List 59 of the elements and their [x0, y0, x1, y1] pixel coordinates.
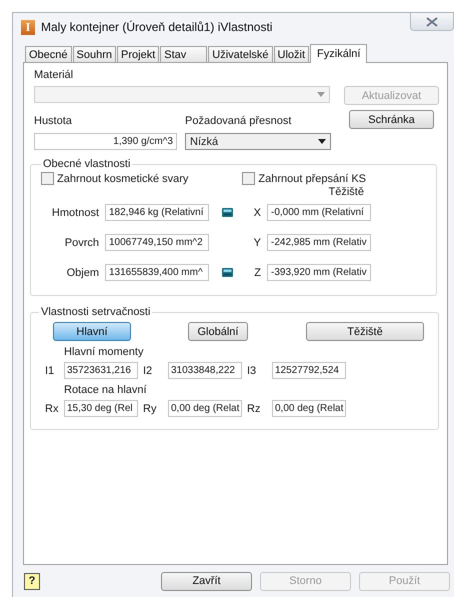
calculator-icon[interactable]: [222, 268, 232, 277]
field-label: Rz: [247, 402, 262, 414]
axis-label: Y: [252, 236, 261, 248]
tab[interactable]: Fyzikální: [310, 44, 368, 63]
value-field[interactable]: -242,985 mm (Relativ: [267, 234, 371, 251]
tab[interactable]: Uložit: [274, 46, 310, 62]
value-field[interactable]: 0,00 deg (Relat: [168, 400, 242, 417]
field-label: Ry: [143, 402, 158, 414]
field-label: Hmotnost: [50, 206, 99, 218]
column-heading: Těžiště: [328, 186, 364, 198]
value-field[interactable]: -0,000 mm (Relativní: [267, 204, 371, 221]
field-label: Hlavní momenty: [64, 346, 144, 358]
tab[interactable]: Projekt: [117, 46, 160, 62]
mode-button[interactable]: Globální: [188, 322, 248, 341]
value-field[interactable]: 182,946 kg (Relativní: [105, 204, 209, 221]
checkbox[interactable]: [41, 172, 54, 185]
field-label: Povrch: [64, 236, 99, 248]
field-label: Objem: [66, 266, 99, 278]
close-button[interactable]: [410, 13, 454, 31]
window-title: Maly kontejner (Úroveň detailů1) iVlastnosti: [41, 20, 274, 34]
tab[interactable]: Stav: [160, 46, 208, 62]
density-field[interactable]: 1,390 g/cm^3: [34, 133, 177, 150]
tab[interactable]: Souhrn: [72, 46, 116, 62]
group-title: Obecné vlastnosti: [42, 158, 132, 170]
clipboard-button[interactable]: Schránka: [349, 110, 434, 129]
group-title: Vlastnosti setrvačnosti: [40, 306, 152, 318]
value-field[interactable]: -393,920 mm (Relativ: [267, 264, 371, 281]
calculator-icon[interactable]: [222, 208, 232, 217]
field-label: I3: [247, 364, 258, 376]
field-label: I1: [45, 364, 56, 376]
axis-label: Z: [253, 266, 261, 278]
field-label: Rx: [45, 402, 59, 414]
field-label: Hustota: [34, 115, 73, 127]
field-label: Rotace na hlavní: [64, 384, 147, 396]
value-field[interactable]: 12527792,524: [272, 362, 346, 379]
close-icon: [426, 16, 438, 26]
help-button[interactable]: ?: [24, 572, 40, 590]
value-field[interactable]: 15,30 deg (Rel: [64, 400, 138, 417]
dropdown-arrow-icon: [318, 139, 326, 144]
checkbox[interactable]: [242, 172, 256, 185]
field-label: Materiál: [34, 69, 74, 81]
mode-button[interactable]: Hlavní: [53, 322, 131, 341]
tab[interactable]: Uživatelské: [208, 46, 273, 62]
accuracy-dropdown[interactable]: Nízká: [185, 133, 331, 150]
value-field[interactable]: 31033848,222: [168, 362, 242, 379]
checkbox-label: Zahrnout přepsání KS: [258, 172, 366, 184]
app-logo-icon: I: [21, 20, 35, 34]
checkbox-label: Zahrnout kosmetické svary: [57, 172, 188, 184]
field-label: Požadovaná přesnost: [185, 115, 292, 127]
dialog-button[interactable]: Zavřít: [161, 572, 252, 590]
tab[interactable]: Obecné: [25, 46, 72, 62]
field-label: I2: [143, 364, 154, 376]
dropdown-arrow-icon: [317, 92, 325, 97]
value-field[interactable]: 35723631,216: [64, 362, 138, 379]
value-field[interactable]: 131655839,400 mm^: [105, 264, 209, 281]
value-field[interactable]: 0,00 deg (Relat: [272, 400, 346, 417]
axis-label: X: [252, 206, 261, 218]
mode-button[interactable]: Těžiště: [306, 322, 424, 341]
value-field[interactable]: 10067749,150 mm^2: [105, 234, 209, 251]
